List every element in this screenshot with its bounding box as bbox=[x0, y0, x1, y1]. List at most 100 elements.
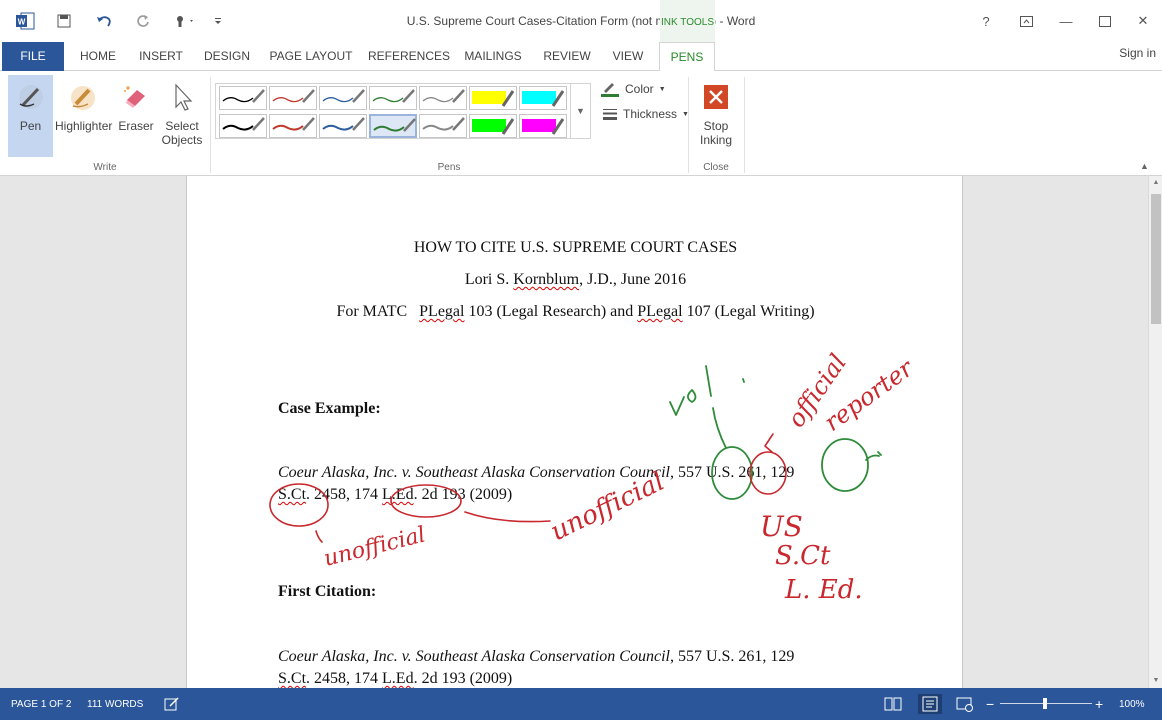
pens-group-label: Pens bbox=[437, 162, 461, 173]
tab-page-layout[interactable]: PAGE LAYOUT bbox=[268, 42, 354, 71]
collapse-ribbon-icon[interactable]: ▲ bbox=[1140, 161, 1149, 171]
ribbon-display-options-icon[interactable] bbox=[1014, 10, 1038, 32]
tab-references[interactable]: REFERENCES bbox=[368, 42, 450, 71]
pen-style-swatch[interactable] bbox=[369, 86, 417, 110]
pen-color-icon bbox=[601, 83, 619, 97]
pen-style-swatch[interactable] bbox=[469, 86, 517, 110]
sign-in-link[interactable]: Sign in bbox=[1119, 46, 1156, 60]
ink-tools-tab-group: INK TOOLS bbox=[660, 0, 715, 42]
group-divider bbox=[744, 77, 745, 173]
stop-inking-button[interactable]: Stop Inking bbox=[692, 75, 740, 147]
select-cursor-icon bbox=[160, 75, 204, 119]
page-count[interactable]: PAGE 1 OF 2 bbox=[11, 699, 71, 710]
tab-file[interactable]: FILE bbox=[2, 42, 64, 71]
pen-style-swatch[interactable] bbox=[519, 114, 567, 138]
author-suffix: , J.D., June 2016 bbox=[579, 271, 687, 288]
case-name: Coeur Alaska, Inc. v. Southeast Alaska C… bbox=[278, 648, 674, 665]
citation-end: . 2d 193 (2009) bbox=[413, 486, 513, 503]
tab-review[interactable]: REVIEW bbox=[540, 42, 594, 71]
ribbon-tab-bar: FILE HOME INSERT DESIGN PAGE LAYOUT REFE… bbox=[0, 42, 1162, 72]
status-bar: PAGE 1 OF 2 111 WORDS − + 100% bbox=[0, 688, 1162, 720]
print-layout-icon[interactable] bbox=[918, 694, 942, 714]
sct-abbrev: S.Ct bbox=[278, 486, 307, 503]
course-plegal-1: PLegal bbox=[419, 303, 465, 320]
citation-end: . 2d 193 (2009) bbox=[413, 670, 513, 687]
color-label: Color bbox=[625, 82, 654, 96]
tab-design[interactable]: DESIGN bbox=[200, 42, 254, 71]
pen-style-swatch[interactable] bbox=[219, 86, 267, 110]
pen-style-swatch[interactable] bbox=[269, 86, 317, 110]
case-example-line2: S.Ct. 2458, 174 L.Ed. 2d 193 (2009) bbox=[278, 486, 512, 504]
stop-inking-icon bbox=[692, 75, 740, 119]
web-layout-icon[interactable] bbox=[956, 696, 974, 712]
stop-label-line2: Inking bbox=[699, 133, 733, 147]
help-button[interactable]: ? bbox=[974, 10, 998, 32]
pen-style-swatch[interactable] bbox=[469, 114, 517, 138]
led-abbrev: L.Ed bbox=[382, 486, 414, 503]
read-mode-icon[interactable] bbox=[884, 696, 902, 712]
color-dropdown-icon: ▼ bbox=[658, 85, 666, 93]
proofing-icon[interactable] bbox=[164, 696, 182, 712]
pen-icon bbox=[8, 75, 53, 119]
zoom-level[interactable]: 100% bbox=[1119, 699, 1145, 710]
pen-style-swatch[interactable] bbox=[419, 114, 467, 138]
pen-button[interactable]: Pen bbox=[8, 75, 53, 157]
close-button[interactable]: ✕ bbox=[1131, 10, 1155, 32]
highlighter-button[interactable]: Highlighter bbox=[55, 75, 112, 133]
pen-style-swatch[interactable] bbox=[219, 114, 267, 138]
tab-pens[interactable]: PENS bbox=[659, 42, 715, 72]
led-abbrev: L.Ed bbox=[382, 670, 414, 687]
tab-home[interactable]: HOME bbox=[74, 42, 122, 71]
maximize-icon[interactable] bbox=[1093, 10, 1117, 32]
case-example-line1: Coeur Alaska, Inc. v. Southeast Alaska C… bbox=[278, 464, 794, 482]
minimize-button[interactable]: — bbox=[1054, 10, 1078, 32]
case-name: Coeur Alaska, Inc. v. Southeast Alaska C… bbox=[278, 464, 674, 481]
document-page[interactable]: HOW TO CITE U.S. SUPREME COURT CASES Lor… bbox=[186, 176, 963, 688]
pen-style-swatch[interactable] bbox=[519, 86, 567, 110]
thickness-button[interactable]: Thickness ▼ bbox=[602, 107, 689, 121]
pen-style-swatch[interactable] bbox=[419, 86, 467, 110]
sct-abbrev: S.Ct bbox=[278, 670, 307, 687]
zoom-slider-thumb[interactable] bbox=[1043, 698, 1047, 709]
word-count[interactable]: 111 WORDS bbox=[87, 699, 143, 710]
tab-mailings[interactable]: MAILINGS bbox=[460, 42, 526, 71]
tab-view[interactable]: VIEW bbox=[606, 42, 650, 71]
write-group-label: Write bbox=[93, 162, 117, 173]
ribbon-pens: Pen Highlighter Eraser Select Objects Wr… bbox=[0, 71, 1162, 176]
eraser-icon bbox=[116, 75, 156, 119]
close-group-label: Close bbox=[703, 162, 729, 173]
eraser-button[interactable]: Eraser bbox=[116, 75, 156, 133]
pen-style-swatch[interactable] bbox=[269, 114, 317, 138]
scroll-up-icon[interactable]: ▲ bbox=[1149, 176, 1162, 190]
course-mid: 103 (Legal Research) and bbox=[464, 303, 638, 320]
course-suffix: 107 (Legal Writing) bbox=[682, 303, 815, 320]
course-prefix: For MATC bbox=[336, 303, 420, 320]
zoom-in-icon[interactable]: + bbox=[1095, 696, 1103, 712]
course-plegal-2: PLegal bbox=[637, 303, 683, 320]
scroll-down-icon[interactable]: ▼ bbox=[1149, 674, 1162, 688]
pen-style-swatch[interactable] bbox=[319, 114, 367, 138]
highlighter-icon bbox=[55, 75, 111, 119]
pen-style-gallery[interactable]: ▼ bbox=[215, 83, 591, 139]
document-title: HOW TO CITE U.S. SUPREME COURT CASES bbox=[413, 239, 738, 256]
scrollbar-thumb[interactable] bbox=[1151, 194, 1161, 324]
gallery-more-icon[interactable]: ▼ bbox=[570, 84, 590, 138]
first-citation-line2: S.Ct. 2458, 174 L.Ed. 2d 193 (2009) bbox=[278, 670, 512, 688]
thickness-label: Thickness bbox=[623, 107, 678, 121]
author-prefix: Lori S. bbox=[464, 271, 514, 288]
eraser-label: Eraser bbox=[118, 119, 154, 133]
pen-style-swatch[interactable] bbox=[369, 114, 417, 138]
select-objects-button[interactable]: Select Objects bbox=[160, 75, 204, 147]
thickness-icon bbox=[603, 109, 617, 120]
document-area[interactable]: HOW TO CITE U.S. SUPREME COURT CASES Lor… bbox=[0, 176, 1148, 688]
citation-mid: . 2458, 174 bbox=[306, 486, 383, 503]
color-button[interactable]: Color ▼ bbox=[600, 81, 666, 97]
author-line: Lori S. Kornblum, J.D., June 2016 bbox=[187, 271, 964, 289]
citation-mid: . 2458, 174 bbox=[306, 670, 383, 687]
case-example-heading: Case Example: bbox=[278, 400, 381, 417]
tab-insert[interactable]: INSERT bbox=[136, 42, 186, 71]
zoom-out-icon[interactable]: − bbox=[986, 696, 994, 712]
pen-style-swatch[interactable] bbox=[319, 86, 367, 110]
group-divider bbox=[210, 77, 211, 173]
vertical-scrollbar[interactable]: ▲ ▼ bbox=[1148, 176, 1162, 688]
